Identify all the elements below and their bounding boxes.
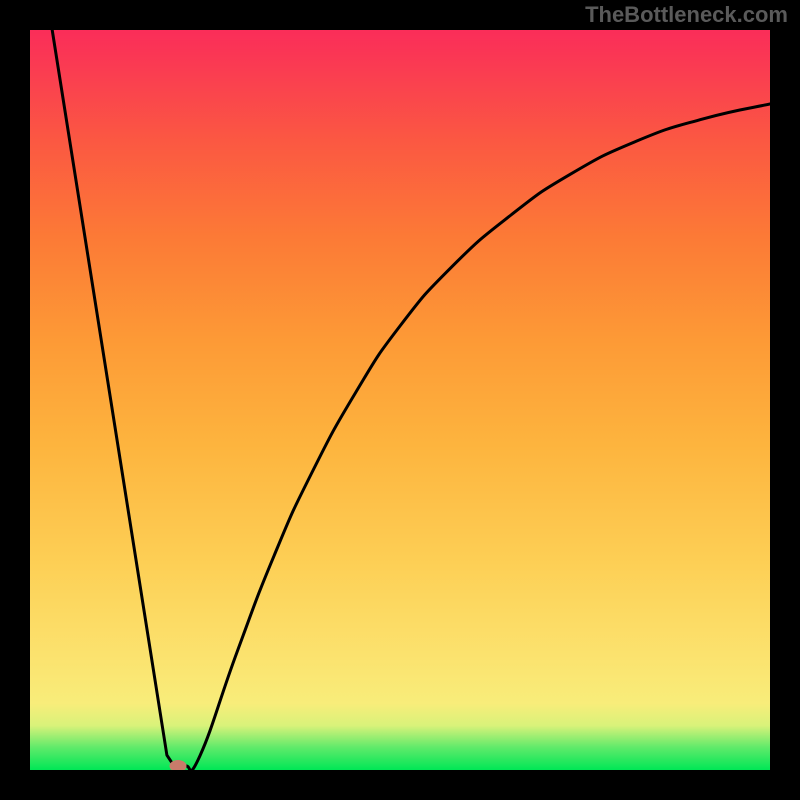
data-marker	[170, 760, 187, 770]
plot-area	[30, 30, 770, 770]
curve-line	[52, 30, 770, 770]
chart-container: TheBottleneck.com	[0, 0, 800, 800]
curve-svg	[30, 30, 770, 770]
attribution-text: TheBottleneck.com	[585, 2, 788, 28]
